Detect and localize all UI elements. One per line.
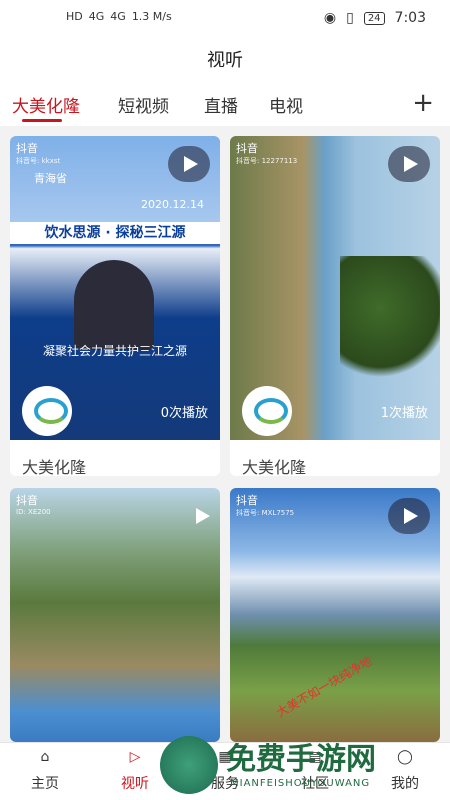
eye-icon: ◉	[323, 10, 337, 26]
tab-damei[interactable]: 大美化隆	[12, 92, 80, 117]
video-card[interactable]: 抖音 ID: XE200	[10, 488, 220, 742]
play-icon[interactable]	[180, 498, 210, 528]
video-thumbnail[interactable]: 抖音 抖音号: MXL7575 大美不如一块纯净地	[230, 488, 440, 742]
vibrate-icon: ▯	[346, 10, 354, 26]
tab-tv[interactable]: 电视	[269, 92, 303, 117]
active-tab-indicator	[22, 119, 62, 122]
overlay-location: 青海省	[34, 172, 67, 185]
play-icon[interactable]	[168, 146, 210, 182]
page-title: 视听	[0, 38, 450, 84]
site-watermark: 免费手游网 MIANFEISHOUYOUWANG	[160, 730, 450, 800]
tab-short-video[interactable]: 短视频	[118, 92, 169, 117]
video-card[interactable]: 抖音 抖音号: 12277113 1次播放 大美化隆	[230, 136, 440, 476]
home-icon: ⌂	[40, 749, 50, 765]
overlay-date: 2020.12.14	[141, 198, 204, 211]
tree-foliage-image	[340, 256, 440, 386]
play-count: 1次播放	[380, 406, 428, 421]
signal-indicator: 4G	[88, 10, 105, 23]
tab-bar: 大美化隆 短视频 直播 电视 +	[0, 84, 450, 126]
channel-logo	[22, 386, 72, 436]
watermark-logo-icon	[160, 736, 218, 794]
douyin-watermark: 抖音 抖音号: 12277113	[236, 142, 298, 165]
video-thumbnail[interactable]: 抖音 ID: XE200	[10, 488, 220, 742]
douyin-watermark: 抖音 ID: XE200	[16, 494, 51, 516]
status-bar: HD 4G 4G 1.3 M/s ◉ ▯ 24 7:03	[0, 0, 450, 38]
card-title[interactable]: 大美化隆	[22, 454, 86, 476]
battery-level: 24	[363, 11, 385, 25]
douyin-watermark: 抖音 抖音号: MXL7575	[236, 494, 295, 517]
nav-home[interactable]: ⌂ 主页	[10, 749, 80, 793]
clock: 7:03	[394, 10, 426, 26]
play-count: 0次播放	[160, 406, 208, 421]
network-speed: 1.3 M/s	[131, 10, 172, 23]
overlay-caption: 凝聚社会力量共护三江之源	[42, 344, 187, 358]
card-title[interactable]: 大美化隆	[242, 454, 306, 476]
tab-live[interactable]: 直播	[204, 92, 238, 117]
video-card[interactable]: 抖音 抖音号: kkxst 青海省 2020.12.14 饮水思源 · 探秘三江源…	[10, 136, 220, 476]
douyin-watermark: 抖音 抖音号: kkxst	[16, 142, 61, 165]
video-thumbnail[interactable]: 抖音 抖音号: kkxst 青海省 2020.12.14 饮水思源 · 探秘三江源…	[10, 136, 220, 440]
play-icon[interactable]	[388, 146, 430, 182]
overlay-text: 大美不如一块纯净地	[273, 653, 375, 720]
news-anchor-image	[74, 260, 154, 350]
add-icon[interactable]: +	[412, 88, 434, 118]
video-thumbnail[interactable]: 抖音 抖音号: 12277113 1次播放	[230, 136, 440, 440]
signal-indicator: 4G	[110, 10, 126, 23]
video-grid: 抖音 抖音号: kkxst 青海省 2020.12.14 饮水思源 · 探秘三江源…	[0, 126, 450, 742]
overlay-title: 饮水思源 · 探秘三江源	[10, 222, 220, 244]
video-card[interactable]: 抖音 抖音号: MXL7575 大美不如一块纯净地	[230, 488, 440, 742]
hd-indicator: HD	[66, 10, 83, 23]
channel-logo	[242, 386, 292, 436]
play-icon[interactable]	[388, 498, 430, 534]
